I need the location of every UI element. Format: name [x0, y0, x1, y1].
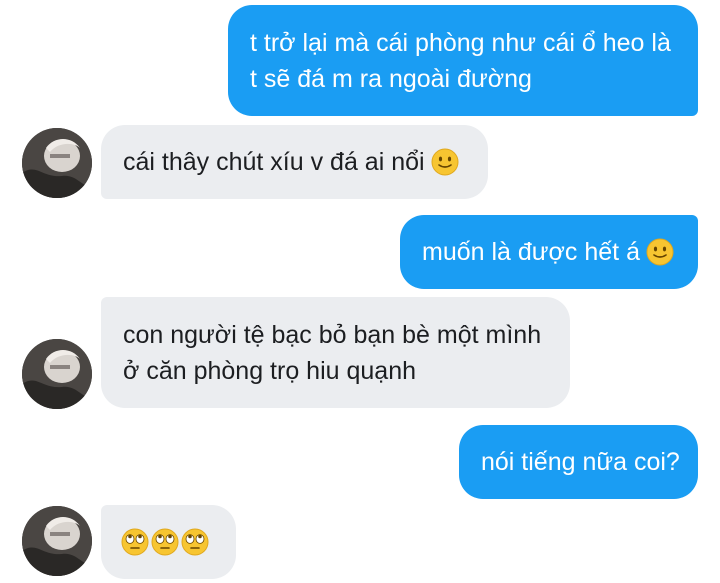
- message-text: ở căn phòng trọ hiu quạnh: [123, 356, 417, 385]
- message-text: t sẽ đá m ra ngoài đường: [250, 64, 532, 93]
- message-bubble-outgoing[interactable]: t trở lại mà cái phòng như cái ổ heo là …: [228, 5, 698, 116]
- avatar[interactable]: [22, 506, 92, 576]
- avatar-photo-icon: [22, 339, 92, 409]
- rolling-eyes-emoji-icon: [181, 528, 209, 556]
- message-text: nói tiếng nữa coi?: [481, 448, 680, 476]
- message-text: t trở lại mà cái phòng như cái ổ heo là: [250, 28, 671, 57]
- avatar-photo-icon: [22, 506, 92, 576]
- emoji-row: [121, 528, 216, 556]
- rolling-eyes-emoji-icon: [151, 528, 179, 556]
- message-text: muốn là được hết á: [422, 238, 640, 266]
- message-bubble-incoming[interactable]: [101, 505, 236, 579]
- rolling-eyes-emoji-icon: [121, 528, 149, 556]
- slight-smile-emoji-icon: [431, 148, 459, 176]
- message-text: con người tệ bạc bỏ bạn bè một mình: [123, 320, 542, 349]
- slight-smile-emoji-icon: [646, 238, 674, 266]
- message-bubble-outgoing[interactable]: nói tiếng nữa coi?: [459, 425, 698, 499]
- avatar[interactable]: [22, 128, 92, 198]
- chat-thread: t trở lại mà cái phòng như cái ổ heo là …: [0, 0, 720, 583]
- message-bubble-incoming[interactable]: cái thây chút xíu v đá ai nổi: [101, 125, 488, 199]
- avatar-photo-icon: [22, 128, 92, 198]
- avatar[interactable]: [22, 339, 92, 409]
- message-bubble-outgoing[interactable]: muốn là được hết á: [400, 215, 698, 289]
- message-text: cái thây chút xíu v đá ai nổi: [123, 148, 425, 176]
- message-bubble-incoming[interactable]: con người tệ bạc bỏ bạn bè một mình ở că…: [101, 297, 570, 408]
